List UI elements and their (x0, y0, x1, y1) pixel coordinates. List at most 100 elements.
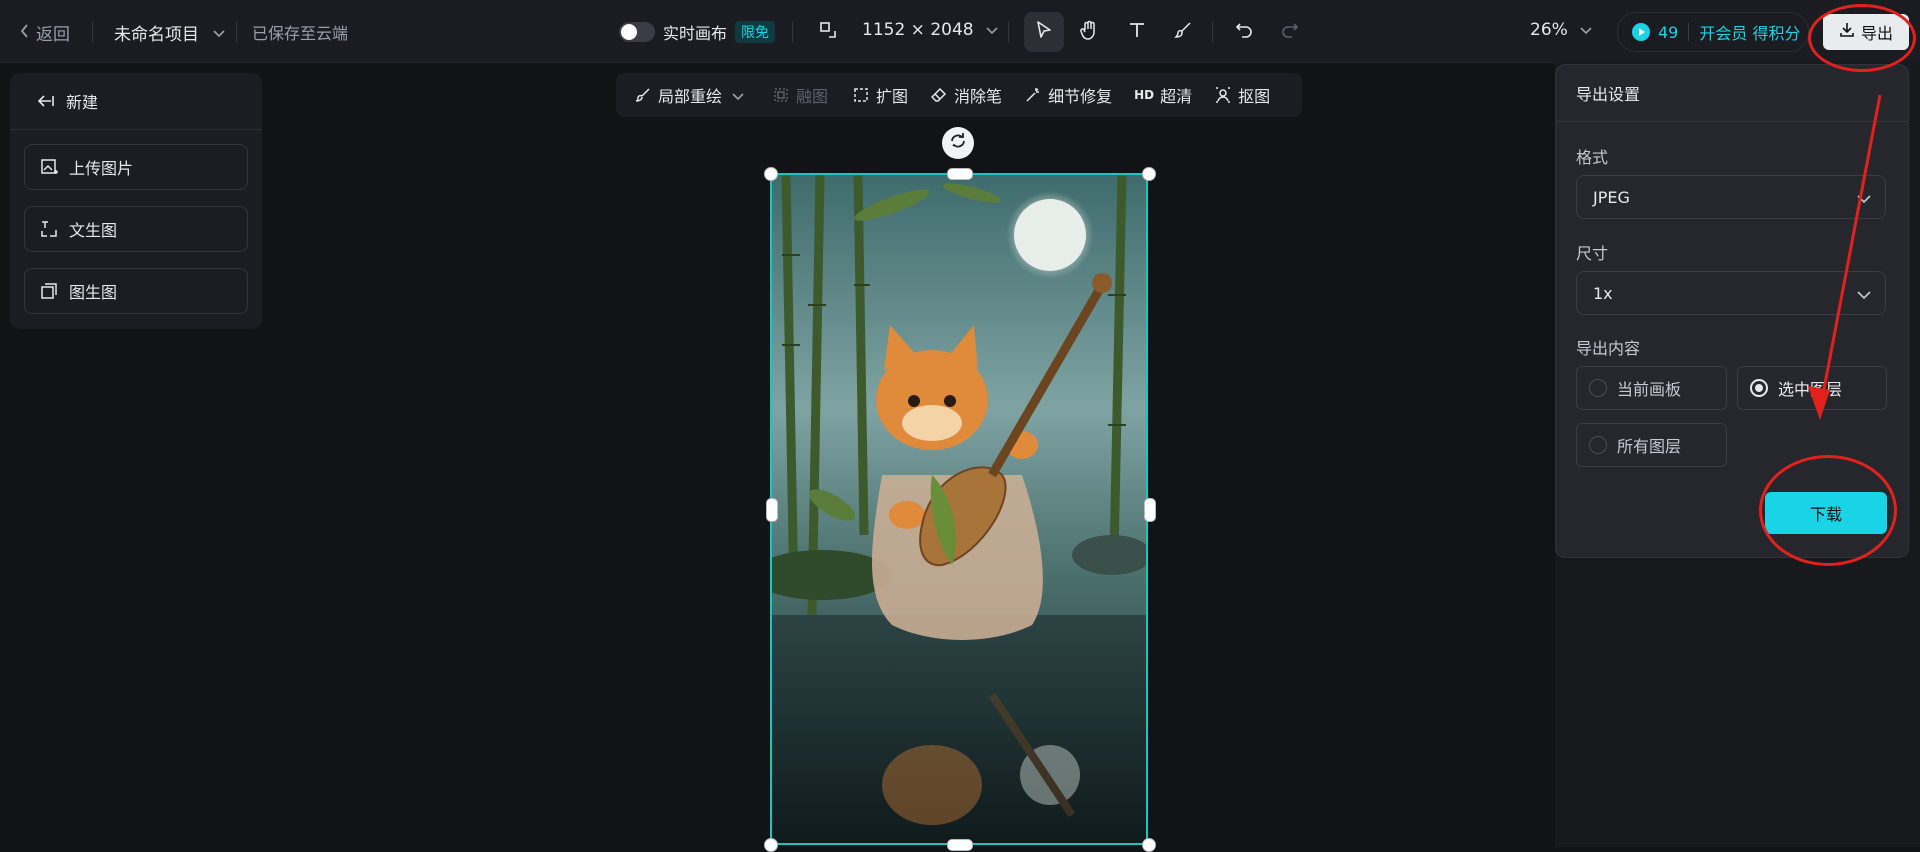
expand-image-label: 扩图 (876, 87, 909, 106)
back-button[interactable]: 返回 (20, 20, 70, 45)
size-label: 尺寸 (1576, 244, 1609, 263)
detail-repair-label: 细节修复 (1048, 87, 1113, 106)
format-label: 格式 (1576, 148, 1609, 167)
text-tool-button[interactable] (1117, 12, 1157, 52)
hand-tool-button[interactable] (1069, 12, 1109, 52)
divider (1688, 23, 1690, 41)
radio-unchecked-icon (1589, 379, 1607, 397)
image-to-image-button[interactable]: 图生图 (24, 268, 248, 314)
resize-handle-bottom-left[interactable] (764, 838, 778, 852)
image-to-image-label: 图生图 (69, 283, 118, 302)
resize-icon (819, 21, 837, 43)
expand-image-button[interactable]: 扩图 (852, 83, 908, 107)
export-button[interactable]: 导出 (1823, 14, 1909, 50)
resize-handle-top[interactable] (947, 168, 973, 180)
eraser-button[interactable]: 消除笔 (930, 83, 1002, 107)
rotate-icon (949, 132, 967, 154)
toggle-switch[interactable] (619, 22, 655, 42)
points-count: 49 (1658, 22, 1679, 42)
rotate-button[interactable] (942, 127, 974, 159)
radio-unchecked-icon (1589, 436, 1607, 454)
brush-tool-button[interactable] (1163, 12, 1203, 52)
divider (792, 21, 793, 43)
undo-button[interactable] (1224, 12, 1264, 52)
brush-icon (1174, 21, 1192, 43)
chevron-down-icon (1580, 20, 1592, 40)
hd-icon: HD (1134, 88, 1155, 102)
new-label: 新建 (66, 93, 99, 112)
cat-pipa-illustration (772, 175, 1146, 843)
undo-icon (1235, 22, 1253, 42)
redo-button[interactable] (1270, 12, 1310, 52)
inpaint-label: 局部重绘 (658, 87, 723, 106)
text-icon (1128, 21, 1146, 43)
eraser-icon (930, 86, 948, 104)
divider (1212, 21, 1213, 43)
resize-handle-bottom[interactable] (947, 839, 973, 851)
hd-upscale-label: 超清 (1160, 87, 1193, 106)
option-current-board[interactable]: 当前画板 (1576, 366, 1727, 410)
zoom-select[interactable]: 26% (1530, 20, 1592, 40)
resize-canvas-button[interactable] (808, 12, 848, 52)
divider (236, 21, 237, 43)
zoom-level: 26% (1530, 20, 1568, 40)
eraser-label: 消除笔 (954, 87, 1003, 106)
new-header[interactable]: 新建 (10, 73, 262, 130)
resize-handle-left[interactable] (766, 498, 778, 522)
resize-handle-bottom-right[interactable] (1142, 838, 1156, 852)
upload-image-label: 上传图片 (69, 159, 134, 178)
top-bar: 返回 未命名项目 已保存至云端 实时画布 限免 1152 × 2048 26% … (0, 0, 1920, 63)
download-button[interactable]: 下载 (1765, 492, 1887, 534)
free-badge: 限免 (735, 21, 776, 43)
text-to-image-label: 文生图 (69, 221, 118, 240)
divider (92, 21, 93, 43)
cutout-button[interactable]: 抠图 (1214, 83, 1270, 107)
play-icon (1632, 23, 1650, 41)
back-label: 返回 (36, 25, 70, 45)
project-name: 未命名项目 (114, 25, 199, 45)
radio-checked-icon (1750, 379, 1768, 397)
upload-image-button[interactable]: 上传图片 (24, 144, 248, 190)
option-current-board-label: 当前画板 (1617, 380, 1682, 399)
canvas-size-select[interactable]: 1152 × 2048 (862, 20, 998, 40)
blend-label: 融图 (796, 87, 829, 106)
text-to-image-button[interactable]: 文生图 (24, 206, 248, 252)
resize-handle-top-left[interactable] (764, 167, 778, 181)
realtime-label: 实时画布 (663, 24, 728, 43)
cutout-icon (1214, 86, 1232, 104)
save-status: 已保存至云端 (252, 24, 349, 43)
blend-icon (772, 86, 790, 104)
download-icon (1839, 22, 1855, 42)
chevron-down-icon (213, 23, 225, 43)
blend-button[interactable]: 融图 (772, 83, 828, 107)
hd-upscale-button[interactable]: HD 超清 (1134, 83, 1192, 107)
realtime-canvas-toggle[interactable]: 实时画布 限免 (619, 20, 776, 44)
resize-handle-top-right[interactable] (1142, 167, 1156, 181)
resize-handle-right[interactable] (1144, 498, 1156, 522)
wand-icon (1024, 86, 1042, 104)
annotation-arrow (1808, 94, 1882, 420)
format-value: JPEG (1593, 187, 1630, 207)
points-membership-pill[interactable]: 49 开会员 得积分 (1617, 12, 1809, 52)
select-tool-button[interactable] (1024, 12, 1064, 52)
option-all-layers[interactable]: 所有图层 (1576, 423, 1727, 467)
cursor-icon (1036, 21, 1052, 43)
canvas-image[interactable] (770, 173, 1148, 845)
chevron-left-icon (20, 23, 30, 43)
brush-icon (634, 86, 652, 104)
detail-repair-button[interactable]: 细节修复 (1024, 83, 1112, 107)
chevron-down-icon (986, 20, 998, 40)
chevron-down-icon (732, 86, 744, 105)
size-value: 1x (1593, 283, 1613, 303)
option-all-layers-label: 所有图层 (1617, 437, 1682, 456)
image-to-image-icon (39, 281, 59, 301)
project-name-menu[interactable]: 未命名项目 (114, 20, 225, 45)
cutout-label: 抠图 (1238, 87, 1271, 106)
inpaint-button[interactable]: 局部重绘 (634, 83, 744, 107)
text-to-image-icon (39, 219, 59, 239)
divider (1008, 21, 1009, 43)
member-link[interactable]: 开会员 得积分 (1699, 20, 1800, 44)
export-content-label: 导出内容 (1576, 339, 1641, 358)
canvas-size: 1152 × 2048 (862, 20, 974, 40)
image-edit-toolbar: 局部重绘 融图 扩图 消除笔 细节修复 HD 超清 抠图 (616, 73, 1302, 117)
